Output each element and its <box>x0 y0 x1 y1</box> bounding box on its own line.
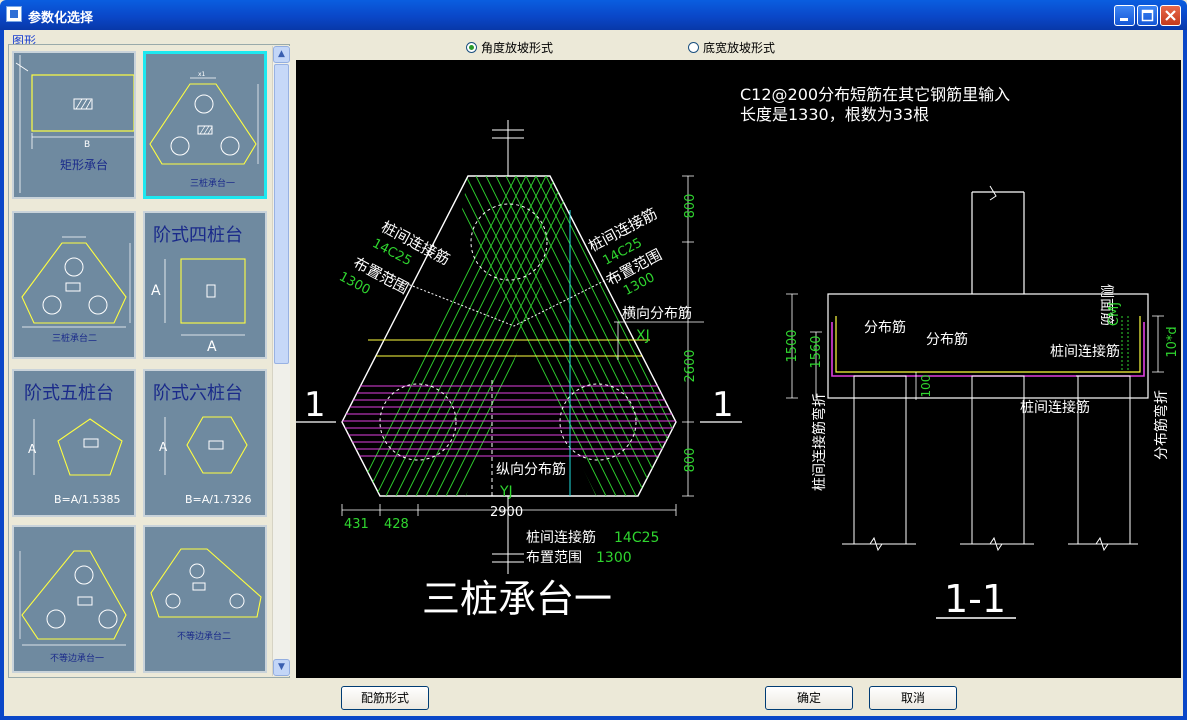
thumbnail-three-pile-cap-2[interactable]: 三桩承台二 <box>12 211 136 359</box>
thumb-dim-a2: A <box>207 339 217 355</box>
section-title: 1-1 <box>944 577 1006 621</box>
dim-800-bot: 800 <box>683 448 698 473</box>
sec-dim-100: 100 <box>919 375 933 398</box>
thumb-dim-a: A <box>159 440 168 454</box>
thumbnail-rect-cap[interactable]: B 矩形承台 <box>12 51 136 199</box>
dim-2900: 2900 <box>490 505 523 520</box>
window-frame-left <box>0 30 4 720</box>
section-mark-right: 1 <box>712 385 734 425</box>
sec-dist-label-1: 分布筋 <box>864 319 906 336</box>
xj-label: XJ <box>636 328 650 344</box>
shape-list-scrollbar[interactable]: ▲ ▼ <box>272 46 290 676</box>
sec-dim-10d: 10*d <box>1165 326 1180 357</box>
drawing-canvas: C12@200分布短筋在其它钢筋里输入 长度是1330，根数为33根 桩间连接筋 <box>296 60 1181 678</box>
rebar-form-button[interactable]: 配筋形式 <box>341 686 429 710</box>
slope-mode-options: 角度放坡形式 底宽放坡形式 <box>296 34 1181 58</box>
radio-angle-slope[interactable]: 角度放坡形式 <box>466 39 553 56</box>
sec-dim-1500: 1500 <box>785 329 800 362</box>
thumbnail-stepped-six-pile[interactable]: 阶式六桩台 A B=A/1.7326 <box>143 369 267 517</box>
thumb-dim-a: A <box>151 283 161 299</box>
window-title: 参数化选择 <box>28 11 94 26</box>
radio-dot-checked[interactable] <box>466 42 477 53</box>
scroll-up-button[interactable]: ▲ <box>273 46 290 63</box>
dim-2600: 2600 <box>683 349 698 382</box>
thumb-title: 阶式五桩台 <box>24 383 114 404</box>
bottom-link-label: 桩间连接筋 <box>526 529 596 546</box>
shape-list-panel: B 矩形承台 x1 三桩承台一 三桩承台二 阶式四桩台 A A 阶式五桩台 A … <box>8 44 290 678</box>
minimize-icon <box>1120 18 1128 21</box>
thumbnail-stepped-five-pile[interactable]: 阶式五桩台 A B=A/1.5385 <box>12 369 136 517</box>
thumb-label: 三桩承台二 <box>52 332 97 344</box>
radio-width-slope[interactable]: 底宽放坡形式 <box>688 39 775 56</box>
thumbnail-unequal-cap-1[interactable]: 不等边承台一 <box>12 525 136 673</box>
sec-link-label-1: 桩间连接筋 <box>1050 343 1120 360</box>
radio-width-label: 底宽放坡形式 <box>703 41 776 55</box>
plan-title: 三桩承台一 <box>422 577 612 621</box>
note-line-2: 长度是1330，根数为33根 <box>740 105 929 124</box>
app-icon <box>6 6 22 22</box>
dim-431: 431 <box>344 517 369 532</box>
sec-right-vertical-label: 分布筋弯折 <box>1153 390 1170 460</box>
section-view <box>786 185 1164 552</box>
maximize-icon <box>1141 9 1154 22</box>
thumbnail-stepped-four-pile[interactable]: 阶式四桩台 A A <box>143 211 267 359</box>
long-dist-label: 纵向分布筋 <box>496 461 566 478</box>
thumb-title: 阶式六桩台 <box>153 383 243 404</box>
dim-800-top: 800 <box>683 194 698 219</box>
sec-dist-label-2: 分布筋 <box>926 331 968 348</box>
thumb-formula: B=A/1.7326 <box>185 493 251 506</box>
scroll-thumb[interactable] <box>274 64 289 364</box>
radio-angle-label: 角度放坡形式 <box>481 41 554 55</box>
note-line-1: C12@200分布短筋在其它钢筋里输入 <box>740 85 1010 104</box>
right-link-rebar <box>462 176 676 496</box>
cross-dist-label: 横向分布筋 <box>622 305 692 322</box>
sec-link-label-2: 桩间连接筋 <box>1020 399 1090 416</box>
bottom-link-value: 14C25 <box>614 530 659 546</box>
minimize-button[interactable] <box>1114 5 1135 26</box>
yj-label: YJ <box>499 484 513 500</box>
dim-428: 428 <box>384 517 409 532</box>
ok-button[interactable]: 确定 <box>765 686 853 710</box>
bottom-range-value: 1300 <box>596 550 632 566</box>
radio-dot[interactable] <box>688 42 699 53</box>
maximize-button[interactable] <box>1137 5 1158 26</box>
thumbnail-unequal-cap-2[interactable]: 不等边承台二 <box>143 525 267 673</box>
title-bar: 参数化选择 <box>0 0 1187 30</box>
cancel-button[interactable]: 取消 <box>869 686 957 710</box>
thumb-formula: B=A/1.5385 <box>54 493 120 506</box>
window-frame-right <box>1183 30 1187 720</box>
thumb-title: 阶式四桩台 <box>153 225 243 246</box>
thumb-label: 不等边承台二 <box>177 630 231 642</box>
bottom-range-label: 布置范围 <box>526 549 582 566</box>
svg-text:x1: x1 <box>198 71 206 78</box>
thumb-label: 三桩承台一 <box>190 177 235 189</box>
scroll-down-button[interactable]: ▼ <box>273 659 290 676</box>
sec-dim-1560: 1560 <box>809 335 824 368</box>
bottom-button-bar: 配筋形式 确定 取消 <box>4 678 1183 716</box>
sec-cmj-label: CMJ <box>1107 302 1122 326</box>
thumb-dim-a: A <box>28 442 37 456</box>
close-button[interactable] <box>1160 5 1181 26</box>
section-mark-left: 1 <box>304 385 326 425</box>
thumb-dim-b: B <box>84 140 90 150</box>
thumbnail-three-pile-cap-1[interactable]: x1 三桩承台一 <box>143 51 267 199</box>
thumb-label: 不等边承台一 <box>50 652 104 664</box>
window-frame-bottom <box>0 716 1187 720</box>
close-icon <box>1165 10 1176 21</box>
cross-rebar <box>342 385 676 457</box>
thumb-label: 矩形承台 <box>60 157 108 172</box>
sec-left-vertical-label: 桩间连接筋弯折 <box>811 393 828 491</box>
